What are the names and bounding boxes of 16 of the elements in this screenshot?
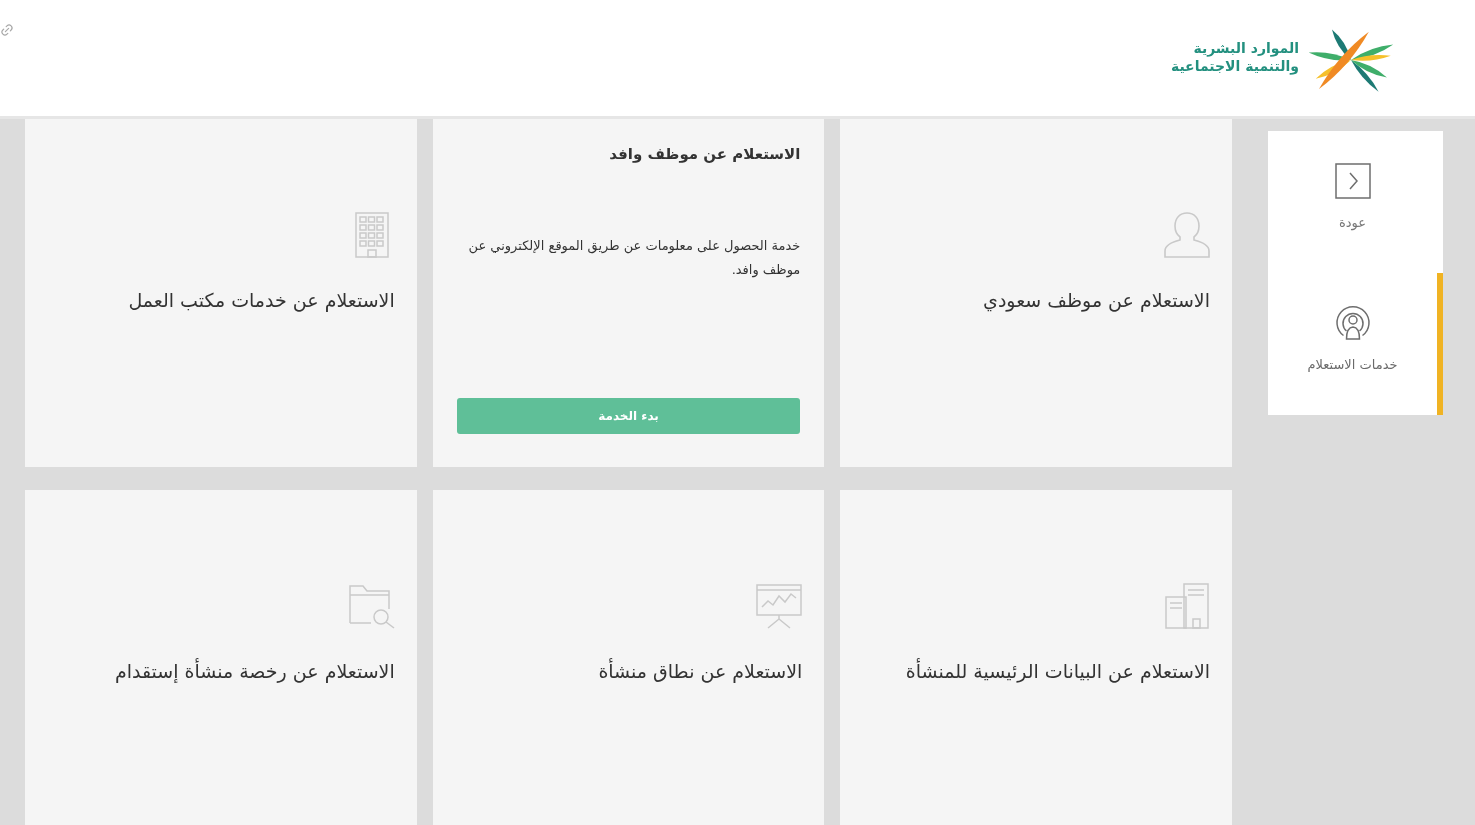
user-icon — [1164, 212, 1210, 258]
service-title: الاستعلام عن موظف سعودي — [983, 288, 1210, 314]
service-title: الاستعلام عن موظف وافد — [609, 144, 801, 165]
service-title: الاستعلام عن نطاق منشأة — [598, 657, 803, 685]
buildings-icon — [1164, 583, 1210, 629]
service-title: الاستعلام عن البيانات الرئيسية للمنشأة — [905, 657, 1210, 685]
service-title: الاستعلام عن خدمات مكتب العمل — [128, 288, 395, 314]
folder-search-icon — [348, 583, 395, 629]
presentation-chart-icon — [756, 583, 803, 629]
service-title: الاستعلام عن رخصة منشأة إستقدام — [114, 657, 395, 685]
chevron-square-icon — [1334, 163, 1371, 199]
service-description: خدمة الحصول على معلومات عن طريق الموقع الإلكتروني عن موظف وافد. — [467, 237, 801, 280]
link-icon — [0, 22, 14, 38]
logo-text: والتنمية الاجتماعية — [1170, 57, 1299, 75]
broadcast-person-icon — [1334, 305, 1371, 341]
logo-text: الموارد البشرية — [1192, 39, 1299, 57]
